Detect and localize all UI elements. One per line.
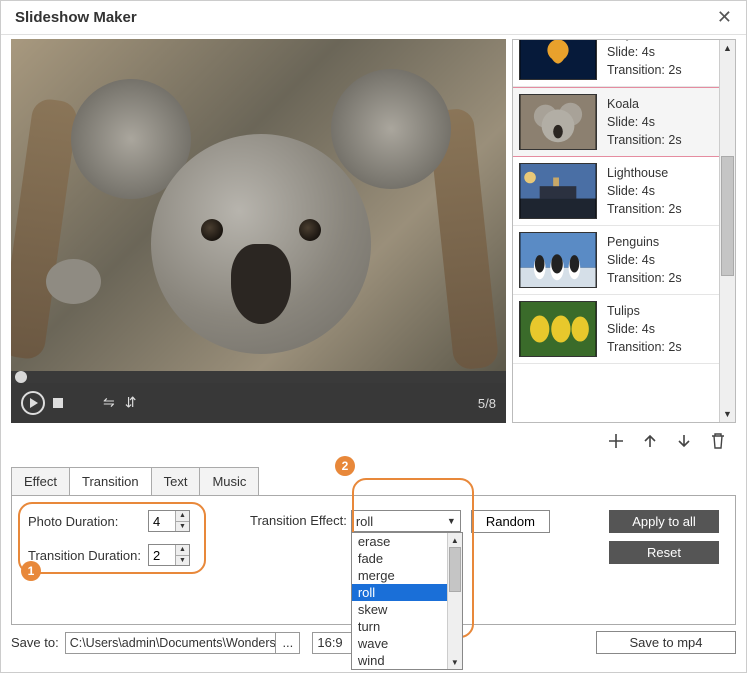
main-content: ⇋ ⇵ 5/8 Jellyfish Slide: 4s Transition: … bbox=[1, 35, 746, 459]
slide-item[interactable]: Tulips Slide: 4s Transition: 2s bbox=[513, 295, 719, 364]
save-path-field[interactable]: C:\Users\admin\Documents\Wondershare DVD… bbox=[65, 632, 277, 654]
scroll-grip[interactable] bbox=[721, 156, 734, 276]
scroll-down-icon[interactable]: ▼ bbox=[720, 406, 735, 422]
move-down-icon[interactable] bbox=[674, 431, 694, 451]
slide-transition: Transition: 2s bbox=[607, 200, 682, 218]
slide-item[interactable]: Lighthouse Slide: 4s Transition: 2s bbox=[513, 157, 719, 226]
slide-name: Tulips bbox=[607, 302, 682, 320]
slide-thumbnail bbox=[519, 232, 597, 288]
slide-name: Penguins bbox=[607, 233, 682, 251]
play-button[interactable] bbox=[21, 391, 45, 415]
window-title: Slideshow Maker bbox=[15, 9, 137, 26]
random-button[interactable]: Random bbox=[471, 510, 550, 533]
slide-duration: Slide: 4s bbox=[607, 182, 682, 200]
apply-to-all-button[interactable]: Apply to all bbox=[609, 510, 719, 533]
slide-item[interactable]: Koala Slide: 4s Transition: 2s bbox=[513, 87, 719, 157]
slideshow-maker-window: Slideshow Maker ✕ ⇋ ⇵ bbox=[0, 0, 747, 673]
slide-transition: Transition: 2s bbox=[607, 269, 682, 287]
preview-decor bbox=[46, 259, 101, 304]
slide-name: Lighthouse bbox=[607, 164, 682, 182]
close-icon[interactable]: ✕ bbox=[717, 7, 732, 28]
option-roll[interactable]: roll bbox=[352, 584, 447, 601]
playback-controls: ⇋ ⇵ 5/8 bbox=[11, 383, 506, 423]
transition-duration-input[interactable] bbox=[149, 545, 175, 565]
slide-duration: Slide: 4s bbox=[607, 320, 682, 338]
transition-effect-options: erase fade merge roll skew turn wave win… bbox=[351, 532, 463, 670]
preview-column: ⇋ ⇵ 5/8 bbox=[11, 39, 506, 459]
spin-up-icon[interactable]: ▲ bbox=[176, 511, 189, 522]
titlebar: Slideshow Maker ✕ bbox=[1, 1, 746, 35]
sidebar-column: Jellyfish Slide: 4s Transition: 2s Koala… bbox=[512, 39, 736, 459]
slide-thumbnail bbox=[519, 40, 597, 80]
dropdown-scrollbar[interactable]: ▲ ▼ bbox=[447, 533, 462, 669]
browse-button[interactable]: ... bbox=[276, 632, 300, 654]
slide-list: Jellyfish Slide: 4s Transition: 2s Koala… bbox=[512, 39, 736, 423]
save-to-label: Save to: bbox=[11, 635, 59, 650]
move-up-icon[interactable] bbox=[640, 431, 660, 451]
tab-effect[interactable]: Effect bbox=[11, 467, 70, 495]
option-wave[interactable]: wave bbox=[352, 635, 447, 652]
save-to-mp4-button[interactable]: Save to mp4 bbox=[596, 631, 736, 654]
option-erase[interactable]: erase bbox=[352, 533, 447, 550]
transition-duration-stepper[interactable]: ▲▼ bbox=[148, 544, 190, 566]
transition-effect-dropdown[interactable]: roll ▼ erase fade merge roll skew turn w… bbox=[351, 510, 461, 532]
option-fade[interactable]: fade bbox=[352, 550, 447, 567]
transition-effect-value: roll bbox=[356, 514, 373, 529]
slide-counter: 5/8 bbox=[478, 396, 496, 411]
slide-thumbnail bbox=[519, 163, 597, 219]
tab-text[interactable]: Text bbox=[151, 467, 201, 495]
photo-duration-label: Photo Duration: bbox=[28, 514, 148, 529]
photo-duration-input[interactable] bbox=[149, 511, 175, 531]
scroll-down-icon[interactable]: ▼ bbox=[448, 655, 462, 669]
preview-decor bbox=[231, 244, 291, 324]
slide-duration: Slide: 4s bbox=[607, 113, 682, 131]
slide-duration: Slide: 4s bbox=[607, 251, 682, 269]
preview-image bbox=[11, 39, 506, 371]
transition-duration-label: Transition Duration: bbox=[28, 548, 148, 563]
option-turn[interactable]: turn bbox=[352, 618, 447, 635]
preview-decor bbox=[11, 97, 79, 361]
photo-duration-stepper[interactable]: ▲▼ bbox=[148, 510, 190, 532]
tabs: Effect Transition Text Music bbox=[11, 467, 736, 495]
flip-horizontal-icon[interactable]: ⇋ bbox=[103, 394, 115, 411]
scroll-grip[interactable] bbox=[449, 547, 461, 592]
option-merge[interactable]: merge bbox=[352, 567, 447, 584]
chevron-down-icon: ▼ bbox=[447, 516, 456, 526]
slide-item[interactable]: Jellyfish Slide: 4s Transition: 2s bbox=[513, 40, 719, 87]
option-wind[interactable]: wind bbox=[352, 652, 447, 669]
add-slide-icon[interactable] bbox=[606, 431, 626, 451]
transition-effect-label: Transition Effect: bbox=[250, 513, 347, 528]
flip-vertical-icon[interactable]: ⇵ bbox=[125, 394, 137, 411]
slide-transition: Transition: 2s bbox=[607, 131, 682, 149]
stop-button[interactable] bbox=[53, 398, 63, 408]
preview-decor bbox=[201, 219, 223, 241]
tab-music[interactable]: Music bbox=[199, 467, 259, 495]
scroll-up-icon[interactable]: ▲ bbox=[448, 533, 462, 547]
spin-down-icon[interactable]: ▼ bbox=[176, 522, 189, 532]
slide-list-toolbar bbox=[512, 423, 736, 459]
seek-bar[interactable] bbox=[11, 371, 506, 383]
slide-transition: Transition: 2s bbox=[607, 61, 682, 79]
delete-slide-icon[interactable] bbox=[708, 431, 728, 451]
slide-thumbnail bbox=[519, 94, 597, 150]
slide-thumbnail bbox=[519, 301, 597, 357]
slide-list-scrollbar[interactable]: ▲ ▼ bbox=[719, 40, 735, 422]
option-skew[interactable]: skew bbox=[352, 601, 447, 618]
spin-down-icon[interactable]: ▼ bbox=[176, 556, 189, 566]
aspect-ratio-value: 16:9 bbox=[317, 635, 342, 650]
preview-decor bbox=[299, 219, 321, 241]
preview-decor bbox=[331, 69, 451, 189]
reset-button[interactable]: Reset bbox=[609, 541, 719, 564]
slide-item[interactable]: Penguins Slide: 4s Transition: 2s bbox=[513, 226, 719, 295]
slide-duration: Slide: 4s bbox=[607, 43, 682, 61]
slide-transition: Transition: 2s bbox=[607, 338, 682, 356]
seek-handle[interactable] bbox=[15, 371, 27, 383]
transition-panel: Photo Duration: ▲▼ Transition Duration: … bbox=[11, 495, 736, 625]
scroll-up-icon[interactable]: ▲ bbox=[720, 40, 735, 56]
spin-up-icon[interactable]: ▲ bbox=[176, 545, 189, 556]
slide-name: Koala bbox=[607, 95, 682, 113]
tab-transition[interactable]: Transition bbox=[69, 467, 152, 495]
